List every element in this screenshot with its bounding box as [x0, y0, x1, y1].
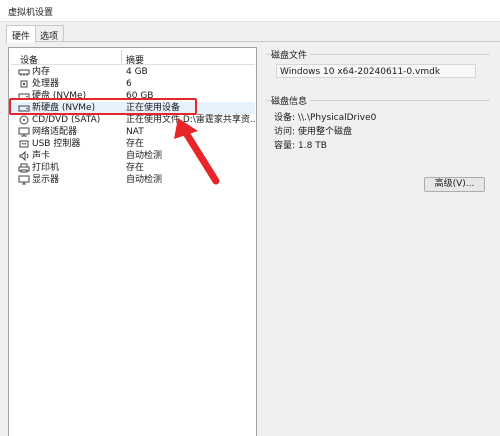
device-name: 内存 — [32, 67, 51, 77]
disk-file-field[interactable]: Windows 10 x64-20240611-0.vmdk — [276, 64, 476, 78]
disk-capacity-label: 容量: — [274, 141, 296, 151]
disk-access-info: 访问: 使用整个磁盘 — [274, 124, 352, 137]
window-title: 虚拟机设置 — [8, 8, 54, 18]
disk-device-label: 设备: — [274, 113, 296, 123]
disk-device-value: \\.\PhysicalDrive0 — [298, 113, 377, 123]
network-adapter-icon — [18, 127, 30, 137]
header-divider — [11, 64, 255, 65]
disk-access-value: 使用整个磁盘 — [298, 127, 353, 137]
disk-capacity-value: 1.8 TB — [298, 141, 327, 151]
disk-capacity-info: 容量: 1.8 TB — [274, 138, 327, 151]
annotation-highlight-box — [9, 98, 197, 115]
disk-info-group: 磁盘信息 设备: \\.\PhysicalDrive0 访问: 使用整个磁盘 容量:… — [266, 94, 490, 154]
annotation-arrow — [174, 118, 220, 185]
usb-icon — [18, 139, 30, 149]
tab-hardware[interactable]: 硬件 — [6, 25, 37, 43]
tab-options[interactable]: 选项 — [34, 25, 65, 42]
tab-strip: 硬件 选项 — [0, 22, 500, 43]
device-name: 处理器 — [32, 79, 60, 89]
column-separator[interactable] — [121, 50, 122, 63]
display-icon — [18, 175, 30, 185]
device-name: 显示器 — [32, 175, 60, 185]
disk-access-label: 访问: — [274, 127, 296, 137]
disk-info-title: 磁盘信息 — [271, 94, 311, 107]
cd-dvd-icon — [18, 115, 30, 125]
disk-file-title: 磁盘文件 — [271, 48, 311, 61]
device-name: 声卡 — [32, 151, 51, 161]
disk-device-info: 设备: \\.\PhysicalDrive0 — [274, 110, 376, 123]
title-bar: 虚拟机设置 — [0, 0, 500, 22]
device-name: 打印机 — [32, 163, 60, 173]
device-name: CD/DVD (SATA) — [32, 115, 101, 125]
printer-icon — [18, 163, 30, 173]
device-row-memory[interactable]: 内存 4 GB — [11, 66, 255, 78]
memory-icon — [18, 67, 30, 77]
device-summary: 6 — [126, 79, 132, 89]
disk-file-group: 磁盘文件 Windows 10 x64-20240611-0.vmdk — [266, 48, 490, 88]
sound-card-icon — [18, 151, 30, 161]
cpu-icon — [18, 79, 30, 89]
device-name: USB 控制器 — [32, 139, 81, 149]
advanced-button[interactable]: 高级(V)... — [424, 177, 485, 192]
tab-divider — [6, 41, 500, 42]
device-summary: 4 GB — [126, 67, 148, 77]
device-name: 网络适配器 — [32, 127, 78, 137]
device-row-processor[interactable]: 处理器 6 — [11, 78, 255, 90]
